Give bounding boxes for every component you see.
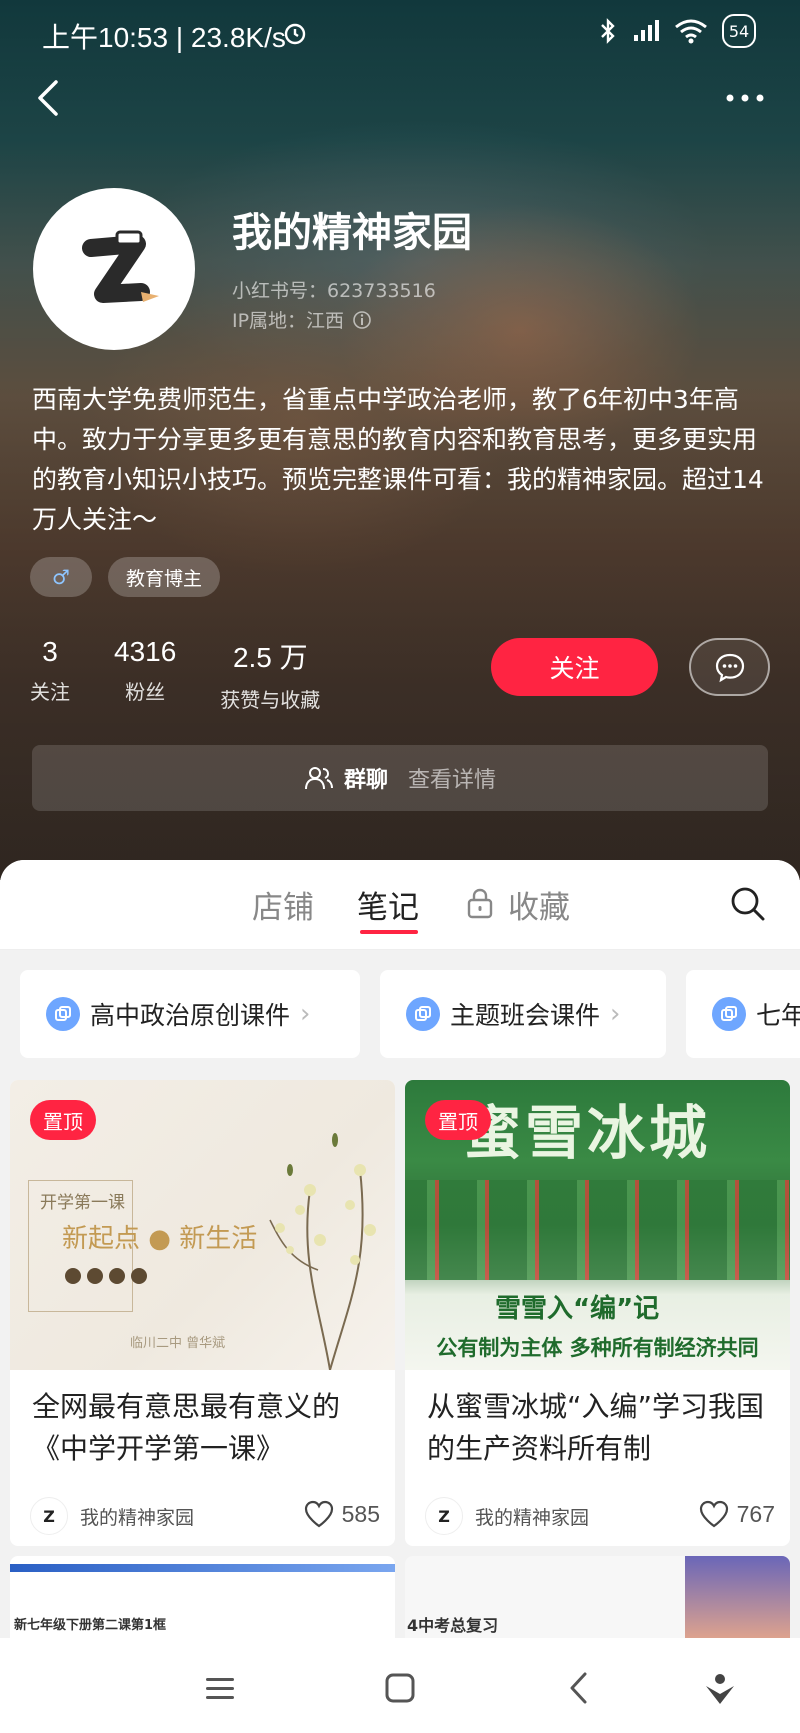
tab-notes[interactable]: 笔记 (357, 882, 419, 927)
author-avatar[interactable]: Z (425, 1497, 463, 1535)
collection-card[interactable]: 高中政治原创课件 › (20, 970, 360, 1058)
stat-label: 关注 (30, 680, 70, 704)
like-button[interactable]: 585 (304, 1500, 380, 1528)
chat-icon (715, 653, 744, 683)
collection-icon (46, 997, 80, 1031)
like-button[interactable]: 767 (699, 1500, 775, 1528)
stat-followers[interactable]: 4316 粉丝 (114, 636, 176, 713)
cover-stripe (10, 1564, 395, 1572)
battery-icon: 54 (722, 14, 756, 48)
cover-headline: 新起点 ● 新生活 (62, 1224, 258, 1254)
stat-following[interactable]: 3 关注 (30, 636, 70, 713)
cover-sky-image (685, 1556, 790, 1646)
cover-caption: 公有制为主体 多种所有制经济共同 (436, 1336, 759, 1360)
profile-tags: ♂ 教育博主 (30, 557, 221, 597)
group-chat-title: 群聊 (343, 768, 388, 793)
note-title: 从蜜雪冰城“入编”学习我国的生产资料所有制 (427, 1390, 765, 1465)
cover-text: 开学第一课 (40, 1193, 125, 1213)
cover-text: 新七年级下册第二课第1框 (14, 1618, 167, 1633)
message-button[interactable] (689, 638, 770, 696)
status-time: 上午10:53 | 23.8K/s (42, 22, 286, 53)
storefront-image (405, 1180, 790, 1280)
pinned-badge: 置顶 (30, 1100, 96, 1140)
ip-location-text: IP属地：江西 (232, 310, 345, 332)
collection-label: 主题班会课件 (450, 1001, 601, 1030)
note-card[interactable]: 置顶 蜜雪冰城 雪雪入“编”记 公有制为主体 多种所有制经济共同 从蜜雪冰城“入… (405, 1080, 790, 1546)
follow-button[interactable]: 关注 (491, 638, 658, 696)
bluetooth-icon (601, 18, 615, 44)
note-title: 全网最有意思最有意义的《中学开学第一课》 (32, 1390, 341, 1465)
category-tag[interactable]: 教育博主 (108, 557, 221, 597)
stat-likes-collects[interactable]: 2.5 万 获赞与收藏 (220, 636, 320, 713)
avatar[interactable] (33, 188, 195, 350)
info-icon[interactable] (352, 310, 372, 330)
collection-card[interactable]: 主题班会课件 › (380, 970, 666, 1058)
pinned-badge: 置顶 (425, 1100, 491, 1140)
search-icon[interactable] (728, 884, 768, 924)
stat-value: 4316 (114, 636, 177, 667)
male-icon: ♂ (52, 565, 70, 589)
tab-bar: 店铺 笔记 收藏 (0, 860, 800, 950)
note-author[interactable]: 我的精神家园 (475, 1503, 589, 1530)
profile-bio: 西南大学免费师范生，省重点中学政治老师，教了6年初中3年高中。致力于分享更多更有… (32, 385, 764, 534)
menu-icon[interactable] (200, 1668, 240, 1708)
status-bar: 上午10:53 | 23.8K/s 54 (0, 0, 800, 70)
like-count: 767 (736, 1500, 775, 1527)
collection-card[interactable]: 七年 (686, 970, 800, 1058)
gender-tag: ♂ (30, 557, 92, 597)
stat-value: 3 (42, 636, 58, 667)
note-card[interactable]: 置顶 开学第一课 新起点 ● 新生活 临川二中 曾华斌 全网最有意思最有意义的《… (10, 1080, 395, 1546)
more-icon[interactable] (720, 78, 770, 118)
note-footer: Z 我的精神家园 767 (425, 1496, 775, 1536)
content-sheet: 店铺 笔记 收藏 高中政治原创课件 › 主题班会课件 › 七年 置顶 开学第一课… (0, 860, 800, 1733)
battery-level: 54 (728, 21, 750, 41)
cover-icons (65, 1268, 147, 1284)
cover-text: 4中考总复习 (407, 1616, 499, 1635)
wifi-icon (675, 19, 707, 44)
avatar-logo-icon (82, 230, 159, 303)
collection-label: 七年 (756, 1001, 800, 1030)
collection-icon (406, 997, 440, 1031)
note-cover: 置顶 蜜雪冰城 雪雪入“编”记 公有制为主体 多种所有制经济共同 (405, 1080, 790, 1370)
heart-icon (304, 1500, 333, 1528)
cover-subtitle: 雪雪入“编”记 (495, 1294, 660, 1324)
collection-icon (712, 997, 746, 1031)
system-nav-bar (0, 1638, 800, 1733)
status-icons: 54 (598, 14, 756, 48)
group-chat-bar[interactable]: 群聊 查看详情 (32, 745, 768, 811)
home-icon[interactable] (380, 1668, 420, 1708)
signal-icon (634, 20, 659, 41)
profile-name: 我的精神家园 (232, 210, 472, 256)
group-icon (304, 767, 333, 790)
assistant-icon[interactable] (700, 1668, 740, 1708)
back-icon[interactable] (30, 76, 70, 120)
lock-icon (467, 888, 493, 919)
note-author[interactable]: 我的精神家园 (80, 1503, 194, 1530)
stat-value: 2.5 万 (232, 642, 308, 673)
stat-label: 获赞与收藏 (220, 688, 321, 712)
account-id[interactable]: 小红书号：623733516 (232, 276, 436, 303)
chevron-right-icon: › (300, 999, 311, 1029)
note-cover: 置顶 开学第一课 新起点 ● 新生活 临川二中 曾华斌 (10, 1080, 395, 1370)
back-nav-icon[interactable] (560, 1668, 600, 1708)
tab-shop[interactable]: 店铺 (252, 882, 314, 927)
alarm-icon (284, 23, 306, 45)
stat-label: 粉丝 (125, 680, 166, 704)
profile-stats: 3 关注 4316 粉丝 2.5 万 获赞与收藏 (30, 636, 364, 713)
cover-headline: 蜜雪冰城 (463, 1099, 712, 1167)
tab-collections[interactable]: 收藏 (508, 882, 570, 927)
like-count: 585 (341, 1500, 380, 1527)
chevron-right-icon: › (610, 999, 621, 1029)
collections-row: 高中政治原创课件 › 主题班会课件 › 七年 (0, 970, 800, 1060)
ip-location[interactable]: IP属地：江西 (232, 306, 372, 333)
heart-icon (699, 1500, 728, 1528)
group-chat-detail: 查看详情 (408, 768, 497, 793)
collection-label: 高中政治原创课件 (90, 1001, 291, 1030)
flower-branch-icon (269, 1133, 376, 1370)
active-tab-indicator (360, 930, 418, 934)
cover-footer: 临川二中 曾华斌 (130, 1336, 226, 1351)
author-avatar[interactable]: Z (30, 1497, 68, 1535)
note-footer: Z 我的精神家园 585 (30, 1496, 380, 1536)
